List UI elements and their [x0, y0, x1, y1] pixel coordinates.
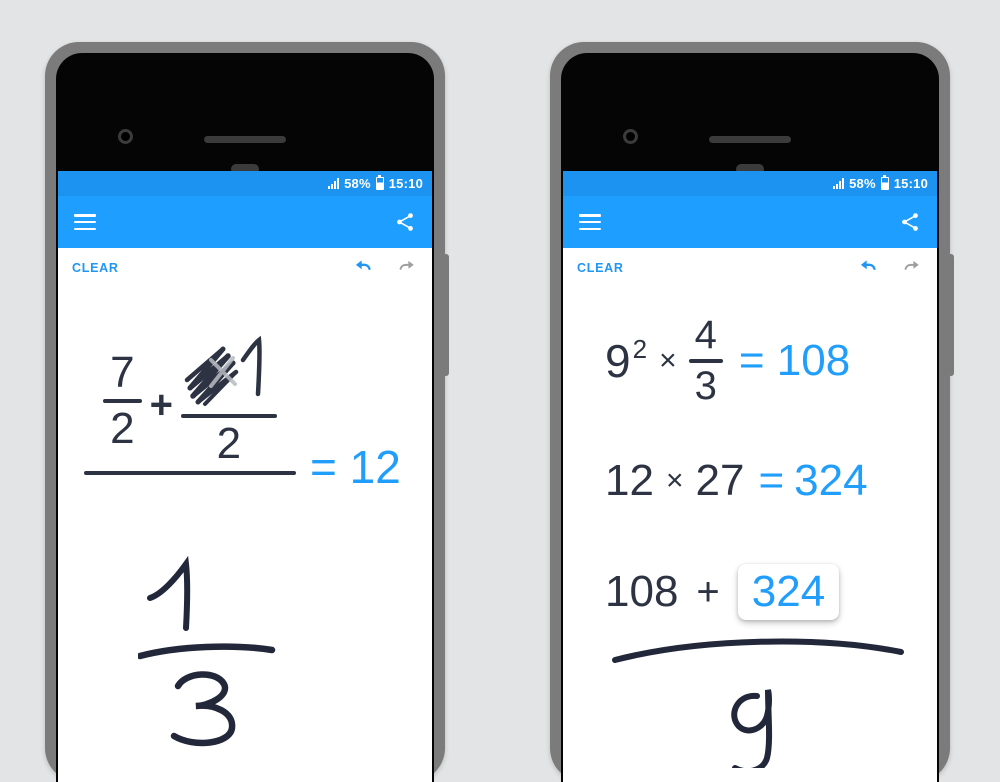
power-base: 9: [605, 334, 631, 387]
app-bar-left: [58, 196, 432, 248]
power-expression: 9 2: [605, 333, 648, 387]
clock-label: 15:10: [893, 176, 928, 191]
scribble-erase-ink: [184, 335, 262, 406]
numerator: 4: [694, 313, 717, 357]
app-bar-right: [563, 196, 937, 248]
handwritten-nine-ink: [731, 689, 773, 768]
fraction-scribbled-halves: 2: [180, 335, 277, 468]
scribbled-numerator[interactable]: [181, 335, 277, 410]
math-canvas-right[interactable]: 9 2 × 4 3 = 108 12 × 27 = 324 108 + 324: [563, 288, 937, 782]
fraction-bar: [688, 359, 723, 363]
earpiece-speaker: [204, 136, 286, 143]
share-icon[interactable]: [394, 211, 416, 233]
power-exponent: 2: [632, 333, 648, 364]
equals-sign: =: [310, 441, 337, 493]
battery-percent-label: 58%: [344, 176, 371, 191]
handwritten-one-ink: [240, 335, 262, 397]
phone-screen-left: 58% 15:10 CLEAR 7 2 + 2 = 12: [58, 171, 432, 782]
result-expression: = 12: [310, 440, 401, 494]
battery-percent-label: 58%: [849, 176, 876, 191]
share-icon[interactable]: [899, 211, 921, 233]
earpiece-speaker: [709, 136, 791, 143]
handwritten-numerator-one: [147, 555, 191, 631]
expression-list-right: 9 2 × 4 3 = 108 12 × 27 = 324 108 + 324: [563, 288, 937, 782]
expression-left: 7 2 + 2 = 12: [58, 288, 432, 782]
front-camera-icon: [118, 129, 133, 144]
battery-icon: [880, 175, 889, 190]
denominator: 2: [110, 403, 135, 453]
equals-sign: =: [758, 456, 785, 505]
result-value: 12: [349, 441, 401, 493]
status-bar-right: 58% 15:10: [563, 171, 937, 196]
undo-arrow-icon[interactable]: [352, 258, 374, 278]
handwritten-fraction-one-third[interactable]: [138, 550, 318, 750]
handwritten-denominator-three: [170, 671, 236, 747]
phone-screen-right: 58% 15:10 CLEAR 9 2 × 4 3 = 108 12 × 27 …: [563, 171, 937, 782]
fraction-bar: [180, 414, 277, 418]
multiply-operator: ×: [659, 343, 677, 377]
equals-sign: =: [738, 335, 765, 385]
fraction-four-thirds: 4 3: [688, 313, 723, 408]
left-operand: 108: [605, 567, 679, 617]
result-expression: = 108: [739, 336, 850, 386]
redo-arrow-icon: [904, 260, 919, 270]
handwritten-fraction-bar: [138, 643, 276, 660]
dragged-value-chip[interactable]: 324: [737, 564, 840, 621]
plus-operator: +: [696, 569, 720, 614]
signal-bars-icon: [833, 178, 845, 189]
denominator: 2: [216, 419, 242, 468]
expression-row-3: 108 + 324: [605, 564, 840, 621]
phone-device-left: 58% 15:10 CLEAR 7 2 + 2 = 12: [45, 42, 449, 782]
battery-icon: [375, 175, 384, 190]
left-operand: 12: [605, 456, 654, 505]
action-bar-left: CLEAR: [58, 248, 432, 288]
phone-device-right: 58% 15:10 CLEAR 9 2 × 4 3 = 108 12 × 27 …: [550, 42, 954, 782]
power-button-right[interactable]: [948, 254, 954, 376]
hamburger-menu-icon[interactable]: [74, 214, 96, 230]
expression-row-1: 9 2 × 4 3 = 108: [605, 313, 850, 408]
signal-bars-icon: [328, 178, 340, 189]
expression-row-2: 12 × 27 = 324: [605, 456, 868, 506]
power-button-left[interactable]: [443, 254, 449, 376]
complex-fraction: 7 2 + 2 = 12: [84, 335, 401, 494]
undo-arrow-icon[interactable]: [857, 258, 879, 278]
multiply-operator: ×: [665, 464, 684, 497]
status-bar-left: 58% 15:10: [58, 171, 432, 196]
hamburger-menu-icon[interactable]: [579, 214, 601, 230]
handwritten-fraction-bar: [612, 638, 904, 663]
handwritten-denominator-nine[interactable]: [611, 618, 911, 768]
main-fraction-bar: [84, 471, 296, 476]
action-bar-right: CLEAR: [563, 248, 937, 288]
math-canvas-left[interactable]: 7 2 + 2 = 12: [58, 288, 432, 782]
fraction-seven-halves: 7 2: [103, 348, 142, 453]
result-value: 324: [794, 456, 868, 505]
clock-label: 15:10: [388, 176, 423, 191]
numerator: 7: [110, 348, 135, 398]
clear-button[interactable]: CLEAR: [72, 261, 119, 275]
front-camera-icon: [623, 129, 638, 144]
denominator: 3: [694, 363, 717, 408]
redo-arrow-icon: [399, 260, 414, 270]
fraction-bar: [103, 398, 142, 403]
plus-operator: +: [149, 383, 173, 428]
right-operand: 27: [695, 456, 745, 505]
screenshot-stage: 58% 15:10 CLEAR 7 2 + 2 = 12 58% 15:10 C…: [0, 0, 1000, 782]
clear-button[interactable]: CLEAR: [577, 261, 624, 275]
result-value: 108: [776, 335, 851, 385]
